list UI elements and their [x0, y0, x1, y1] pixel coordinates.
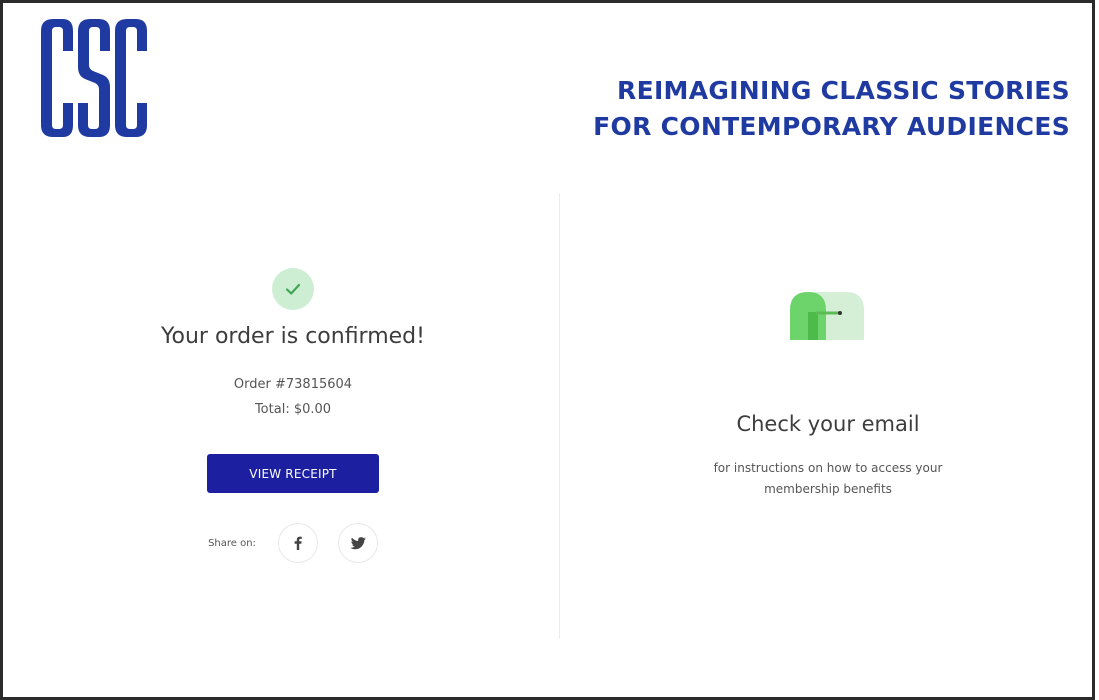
tagline-line-1: REIMAGINING CLASSIC STORIES — [617, 76, 1070, 105]
panel-divider — [559, 193, 560, 639]
share-row: Share on: — [43, 523, 543, 563]
tagline-line-2: FOR CONTEMPORARY AUDIENCES — [593, 112, 1070, 141]
order-confirmed-title: Your order is confirmed! — [161, 324, 425, 349]
check-email-subtitle-line-2: membership benefits — [764, 482, 892, 496]
mailbox-icon — [790, 288, 866, 342]
twitter-icon — [349, 536, 366, 549]
check-email-subtitle-line-1: for instructions on how to access your — [713, 461, 943, 475]
facebook-share-button[interactable] — [277, 523, 318, 563]
order-total: Total: $0.00 — [254, 402, 332, 417]
check-icon — [272, 268, 314, 310]
check-email-subtitle: for instructions on how to access your m… — [593, 458, 1063, 500]
view-receipt-button[interactable]: VIEW RECEIPT — [207, 454, 379, 493]
page-frame: REIMAGINING CLASSIC STORIES FOR CONTEMPO… — [0, 0, 1095, 700]
order-confirmation-panel: Your order is confirmed! Order #73815604… — [43, 268, 543, 563]
order-number: Order #73815604 — [233, 377, 353, 392]
facebook-icon — [294, 536, 302, 550]
share-label: Share on: — [208, 537, 256, 549]
tagline: REIMAGINING CLASSIC STORIES FOR CONTEMPO… — [593, 73, 1070, 145]
csc-logo-icon — [41, 19, 147, 137]
twitter-share-button[interactable] — [337, 523, 378, 563]
check-email-title: Check your email — [736, 412, 920, 436]
email-notice-panel: Check your email for instructions on how… — [593, 288, 1063, 500]
csc-logo — [39, 17, 149, 139]
